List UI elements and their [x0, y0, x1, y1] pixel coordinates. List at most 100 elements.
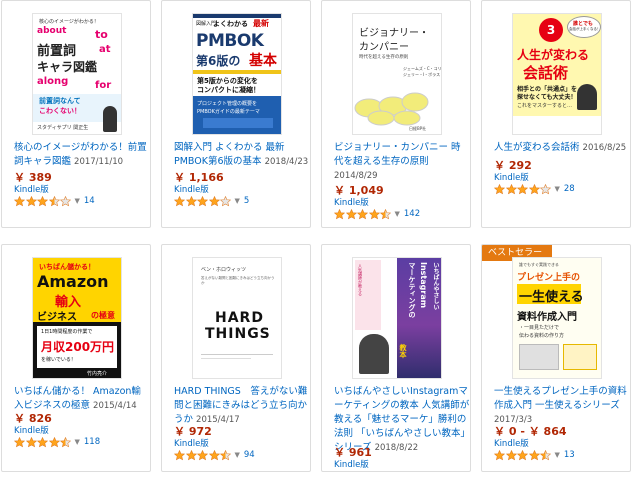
star-icon [37, 436, 48, 447]
chevron-down-icon[interactable]: ▼ [235, 451, 240, 459]
star-icon [25, 436, 37, 447]
star-rating[interactable]: ▼ 142 [334, 208, 420, 220]
product-title-link[interactable]: ビジョナリー・カンパニー 時代を超える生存の原則 2014/8/29 [334, 141, 470, 183]
star-rating[interactable]: ▼ 118 [14, 436, 100, 448]
star-icon [517, 183, 528, 194]
release-date: 2018/8/22 [374, 443, 419, 453]
chevron-down-icon[interactable]: ▼ [555, 451, 560, 459]
product-card[interactable]: 誰とでも 会話が上手くなる！ 3 人生が変わる 会話術 相手との「共通点」を 探… [481, 0, 631, 228]
star-icon [362, 470, 363, 471]
format-link[interactable]: Kindle版 [494, 437, 529, 449]
book-cover-image[interactable]: 誰でもすぐ実践できる プレゼン上手の 一生使える 資料作成入門 ・一目見ただけで… [512, 257, 602, 379]
star-icon [220, 195, 231, 206]
chevron-down-icon[interactable]: ▼ [555, 185, 560, 193]
product-title-link[interactable]: HARD THINGS 答えがない難問と困難にきみはどう立ち向かうか 2015/… [174, 385, 310, 427]
star-icon [505, 183, 517, 194]
star-icon [505, 449, 517, 460]
product-title-link[interactable]: 人生が変わる会話術 2016/8/25 [494, 141, 630, 155]
product-card[interactable]: 核心のイメージがわかる！ about to 前置詞 at キャラ図鑑 along… [1, 0, 151, 228]
chevron-down-icon[interactable]: ▼ [235, 197, 240, 205]
star-icon [185, 195, 197, 206]
star-icon [494, 449, 505, 460]
star-icon [345, 208, 357, 219]
product-card[interactable]: 人気講師が教える いちばんやさしい Instagram マーケティングの 教本 … [321, 244, 471, 472]
review-count-link[interactable]: 5 [244, 196, 249, 206]
chevron-down-icon[interactable]: ▼ [75, 438, 80, 446]
product-card[interactable]: ベン・ホロウィッツ 答えがない難問と困難にきみはどう立ち向かうか HARD TH… [161, 244, 311, 472]
star-icon [174, 449, 185, 460]
star-icon [14, 195, 25, 206]
format-link[interactable]: Kindle版 [334, 196, 369, 208]
book-cover-image[interactable]: 核心のイメージがわかる！ about to 前置詞 at キャラ図鑑 along… [32, 13, 122, 135]
star-icon [517, 449, 528, 460]
star-icon [197, 195, 208, 206]
release-date: 2015/4/14 [93, 401, 137, 411]
review-count-link[interactable]: 13 [564, 450, 575, 460]
book-cover-image[interactable]: 誰とでも 会話が上手くなる！ 3 人生が変わる 会話術 相手との「共通点」を 探… [512, 13, 602, 135]
format-link[interactable]: Kindle版 [174, 437, 209, 449]
star-icon [37, 195, 48, 206]
format-link[interactable]: Kindle版 [494, 171, 529, 183]
star-icon [368, 208, 380, 219]
star-rating[interactable]: ▼ 13 [494, 449, 575, 461]
review-count-link[interactable]: 142 [404, 209, 420, 219]
book-cover-image[interactable]: ビジョナリー・ カンパニー 時代を超える生存の原則 ジェームズ・C・コリンズ ジ… [352, 13, 442, 135]
book-cover-image[interactable]: ベン・ホロウィッツ 答えがない難問と困難にきみはどう立ち向かうか HARD TH… [192, 257, 282, 379]
product-title-link[interactable]: 図解入門 よくわかる 最新PMBOK第6版の基本 2018/4/23 [174, 141, 310, 169]
star-icon [528, 183, 540, 194]
star-icon [494, 183, 505, 194]
format-link[interactable]: Kindle版 [174, 183, 209, 195]
review-count-link[interactable]: 94 [244, 450, 255, 460]
star-icon [334, 208, 345, 219]
star-rating[interactable]: ▼ 28 [494, 183, 575, 195]
product-card[interactable]: いちばん儲かる！ Amazon 輸入 ビジネス の極意 1日1時間程度の作業で … [1, 244, 151, 472]
star-icon [208, 195, 220, 206]
format-link[interactable]: Kindle版 [14, 424, 49, 436]
star-rating[interactable]: ▼ 5 [174, 195, 249, 207]
release-date: 2016/8/25 [582, 143, 627, 153]
review-count-link[interactable]: 8 [404, 471, 409, 472]
review-count-link[interactable]: 14 [84, 196, 95, 206]
star-rating[interactable]: ▼ 94 [174, 449, 255, 461]
star-icon [528, 449, 540, 460]
book-cover-image[interactable]: 人気講師が教える いちばんやさしい Instagram マーケティングの 教本 [352, 257, 442, 379]
release-date: 2018/4/23 [264, 157, 309, 167]
book-cover-image[interactable]: 図解入門 よくわかる 最新 PMBOK 第6版の 基本 第5版からの変化を コン… [192, 13, 282, 135]
star-icon [357, 208, 368, 219]
book-cover-image[interactable]: いちばん儲かる！ Amazon 輸入 ビジネス の極意 1日1時間程度の作業で … [32, 257, 122, 379]
star-icon [373, 470, 375, 471]
star-icon [350, 470, 352, 471]
star-icon [48, 195, 60, 206]
star-icon [540, 183, 551, 194]
star-icon [380, 208, 391, 219]
review-count-link[interactable]: 118 [84, 437, 100, 447]
star-icon [14, 436, 25, 447]
release-date: 2017/11/10 [74, 157, 124, 167]
star-rating[interactable]: ▼ 8 [334, 470, 409, 472]
star-rating[interactable]: ▼ 14 [14, 195, 95, 207]
star-icon [185, 449, 197, 460]
review-count-link[interactable]: 28 [564, 184, 575, 194]
star-icon [339, 470, 340, 471]
star-icon [385, 470, 386, 471]
product-card[interactable]: ベストセラー 誰でもすぐ実践できる プレゼン上手の 一生使える 資料作成入門 ・… [481, 244, 631, 472]
product-title-link[interactable]: 一生使えるプレゼン上手の資料作成入門 一生使えるシリーズ 2017/3/3 [494, 385, 630, 427]
product-card[interactable]: ビジョナリー・ カンパニー 時代を超える生存の原則 ジェームズ・C・コリンズ ジ… [321, 0, 471, 228]
star-icon [208, 449, 220, 460]
star-icon [197, 449, 208, 460]
star-icon [174, 195, 185, 206]
star-icon [540, 449, 551, 460]
star-icon [48, 436, 60, 447]
chevron-down-icon[interactable]: ▼ [395, 210, 400, 218]
star-icon [60, 436, 71, 447]
product-card[interactable]: 図解入門 よくわかる 最新 PMBOK 第6版の 基本 第5版からの変化を コン… [161, 0, 311, 228]
star-icon [60, 195, 71, 206]
release-date: 2014/8/29 [334, 171, 378, 181]
star-icon [25, 195, 37, 206]
star-icon [220, 449, 231, 460]
format-link[interactable]: Kindle版 [14, 183, 49, 195]
product-title-link[interactable]: 核心のイメージがわかる！前置詞キャラ図鑑 2017/11/10 [14, 141, 150, 169]
format-link[interactable]: Kindle版 [334, 458, 369, 470]
product-title-link[interactable]: いちばん儲かる！ Amazon輸入ビジネスの極意 2015/4/14 [14, 385, 150, 413]
chevron-down-icon[interactable]: ▼ [75, 197, 80, 205]
